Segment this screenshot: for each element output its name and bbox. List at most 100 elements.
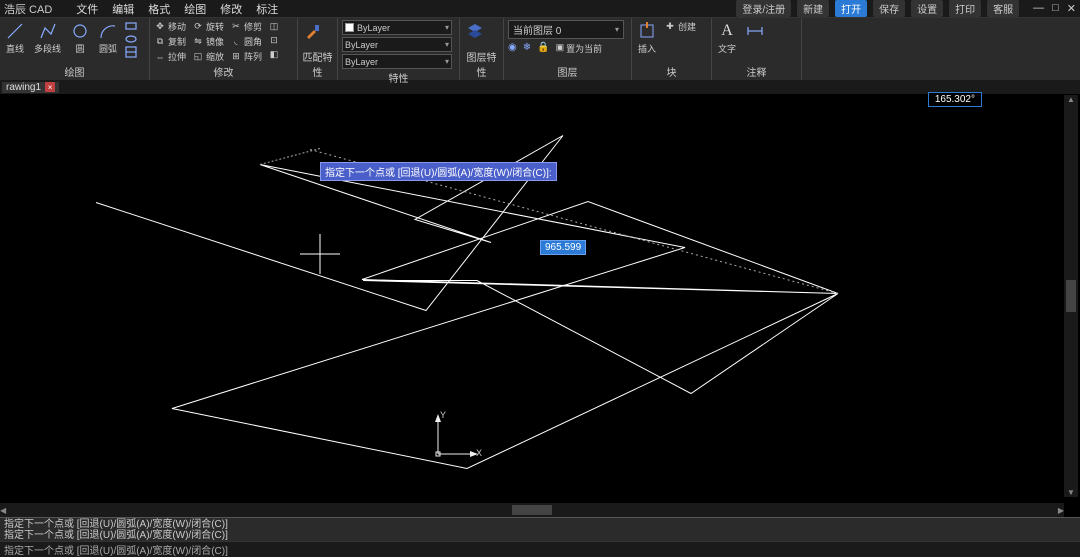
dimension-button[interactable]	[744, 20, 766, 42]
new-button[interactable]: 新建	[797, 0, 829, 17]
trim-button[interactable]: ✂修剪	[230, 20, 262, 33]
scroll-left-icon[interactable]: ◀	[0, 506, 6, 515]
color-swatch-icon	[345, 23, 354, 32]
document-tab-label: rawing1	[6, 82, 41, 93]
polyline-button[interactable]: 多段线	[32, 20, 63, 57]
circle-button[interactable]: 圆	[69, 20, 91, 57]
extra1-icon[interactable]: ◫	[268, 20, 280, 32]
extra3-icon[interactable]: ◧	[268, 48, 280, 60]
polyline-label: 多段线	[34, 42, 61, 55]
lineweight-value: ByLayer	[345, 57, 378, 67]
layerprops-button[interactable]	[464, 20, 486, 42]
title-right: 登录/注册 新建 打开 保存 设置 打印 客服 — □ ✕	[736, 0, 1076, 17]
set-current-button[interactable]: ▣置为当前	[556, 42, 603, 55]
stretch-button[interactable]: ⇔拉伸	[154, 50, 186, 63]
blockprops-group-label: 图层特性	[464, 48, 499, 80]
fillet-button[interactable]: ◟圆角	[230, 35, 262, 48]
open-button[interactable]: 打开	[835, 0, 867, 17]
close-icon[interactable]: ✕	[1067, 2, 1076, 15]
login-button[interactable]: 登录/注册	[736, 0, 791, 17]
horizontal-scrollbar[interactable]: ◀ ▶	[0, 503, 1064, 517]
layer-lock-icon[interactable]: 🔒	[537, 42, 549, 55]
window-controls: — □ ✕	[1033, 2, 1076, 15]
menu-draw[interactable]: 绘图	[184, 1, 206, 17]
drawing-canvas[interactable]: Y X	[0, 94, 1080, 501]
scroll-thumb[interactable]	[512, 505, 552, 515]
scroll-down-icon[interactable]: ▼	[1067, 488, 1075, 497]
line-button[interactable]: 直线	[4, 20, 26, 57]
ribbon-group-layers: 当前图层 0 ▾ ◉ ❄ 🔒 ▣置为当前 图层	[504, 18, 632, 80]
menu-edit[interactable]: 编辑	[112, 1, 134, 17]
mirror-icon: ⇋	[192, 36, 204, 48]
status-prompt: 指定下一个点或 [回退(U)/圆弧(A)/宽度(W)/闭合(C)]	[4, 542, 228, 557]
scroll-thumb[interactable]	[1066, 280, 1076, 312]
ellipse-icon[interactable]	[125, 33, 137, 45]
settings-button[interactable]: 设置	[911, 0, 943, 17]
annot-group-label: 注释	[716, 63, 797, 80]
menu-format[interactable]: 格式	[148, 1, 170, 17]
ribbon: 直线 多段线 圆 圆弧 绘图 ✥移动	[0, 18, 1080, 80]
draw-mini-tools	[125, 20, 137, 58]
move-button[interactable]: ✥移动	[154, 20, 186, 33]
scroll-right-icon[interactable]: ▶	[1058, 506, 1064, 515]
service-button[interactable]: 客服	[987, 0, 1019, 17]
save-button[interactable]: 保存	[873, 0, 905, 17]
modify-group-label: 修改	[154, 63, 293, 80]
scroll-up-icon[interactable]: ▲	[1067, 95, 1075, 104]
layer-off-icon[interactable]: ◉	[508, 42, 517, 55]
current-layer-dropdown[interactable]: 当前图层 0 ▾	[508, 20, 624, 39]
insert-button[interactable]: 插入	[636, 20, 658, 57]
circle-icon	[71, 22, 89, 40]
vertical-scrollbar[interactable]: ▲ ▼	[1064, 95, 1078, 497]
extra2-icon[interactable]: ⊡	[268, 34, 280, 46]
circle-label: 圆	[76, 42, 85, 55]
polyline-icon	[39, 22, 57, 40]
ribbon-group-insert: 插入 ✚创建 块	[632, 18, 712, 80]
insert-group-label: 块	[636, 63, 707, 80]
menu-modify[interactable]: 修改	[220, 1, 242, 17]
arc-button[interactable]: 圆弧	[97, 20, 119, 57]
match-button[interactable]	[302, 20, 324, 42]
linetype-dropdown[interactable]: ByLayer ▾	[342, 37, 452, 52]
scale-button[interactable]: ◱缩放	[192, 50, 224, 63]
copy-button[interactable]: ⧉复制	[154, 35, 186, 48]
dropdown-icon: ▾	[445, 57, 449, 66]
print-button[interactable]: 打印	[949, 0, 981, 17]
maximize-icon[interactable]: □	[1052, 2, 1059, 15]
rotate-button[interactable]: ⟳旋转	[192, 20, 224, 33]
ribbon-group-annot: A 文字 注释	[712, 18, 802, 80]
menu-file[interactable]: 文件	[76, 1, 98, 17]
create-button[interactable]: ✚创建	[664, 20, 696, 33]
ribbon-group-match: 匹配特性	[298, 18, 338, 80]
text-button[interactable]: A 文字	[716, 20, 738, 57]
color-dropdown[interactable]: ByLayer ▾	[342, 20, 452, 35]
linetype-value: ByLayer	[345, 40, 378, 50]
layers-group-label: 图层	[508, 63, 627, 80]
tab-close-icon[interactable]: ×	[45, 82, 55, 92]
layer-freeze-icon[interactable]: ❄	[523, 42, 531, 55]
text-label: 文字	[718, 42, 736, 55]
trim-label: 修剪	[244, 20, 262, 33]
rect-icon[interactable]	[125, 20, 137, 32]
dropdown-icon: ▾	[615, 25, 619, 34]
rotate-icon: ⟳	[192, 21, 204, 33]
array-button[interactable]: ⊞阵列	[230, 50, 262, 63]
dropdown-icon: ▾	[445, 40, 449, 49]
fillet-label: 圆角	[244, 35, 262, 48]
rotate-label: 旋转	[206, 20, 224, 33]
lineweight-dropdown[interactable]: ByLayer ▾	[342, 54, 452, 69]
menu-dimension[interactable]: 标注	[256, 1, 278, 17]
draw-group-label: 绘图	[4, 63, 145, 80]
mirror-label: 镜像	[206, 35, 224, 48]
minimize-icon[interactable]: —	[1033, 2, 1044, 15]
hatch-icon[interactable]	[125, 46, 137, 58]
insert-label: 插入	[638, 42, 656, 55]
current-layer-value: 当前图层 0	[513, 22, 561, 37]
document-tab[interactable]: rawing1 ×	[2, 82, 59, 93]
command-line[interactable]: 指定下一个点或 [回退(U)/圆弧(A)/宽度(W)/闭合(C)] 指定下一个点…	[0, 517, 1080, 541]
arc-label: 圆弧	[99, 42, 117, 55]
mirror-button[interactable]: ⇋镜像	[192, 35, 224, 48]
match-group-label: 匹配特性	[302, 48, 333, 80]
fillet-icon: ◟	[230, 36, 242, 48]
array-icon: ⊞	[230, 51, 242, 63]
